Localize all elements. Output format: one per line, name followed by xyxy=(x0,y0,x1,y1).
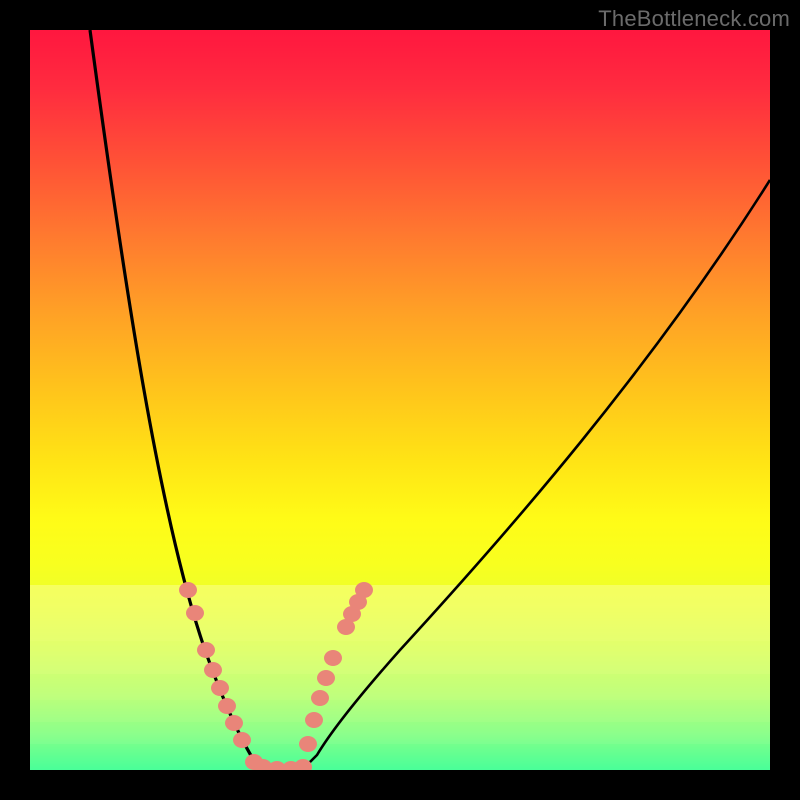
data-marker xyxy=(337,619,355,635)
data-marker xyxy=(324,650,342,666)
plot-area xyxy=(30,30,770,770)
data-marker xyxy=(233,732,251,748)
data-marker xyxy=(317,670,335,686)
data-marker xyxy=(218,698,236,714)
data-marker xyxy=(197,642,215,658)
data-marker xyxy=(204,662,222,678)
left-curve xyxy=(90,30,275,770)
curve-layer xyxy=(30,30,770,770)
data-marker xyxy=(305,712,323,728)
data-marker xyxy=(294,759,312,770)
data-marker xyxy=(225,715,243,731)
data-marker xyxy=(311,690,329,706)
data-marker xyxy=(186,605,204,621)
markers-group xyxy=(179,582,373,770)
watermark-text: TheBottleneck.com xyxy=(598,6,790,32)
chart-frame: TheBottleneck.com xyxy=(0,0,800,800)
data-marker xyxy=(211,680,229,696)
data-marker xyxy=(179,582,197,598)
right-curve xyxy=(302,180,770,770)
data-marker xyxy=(299,736,317,752)
